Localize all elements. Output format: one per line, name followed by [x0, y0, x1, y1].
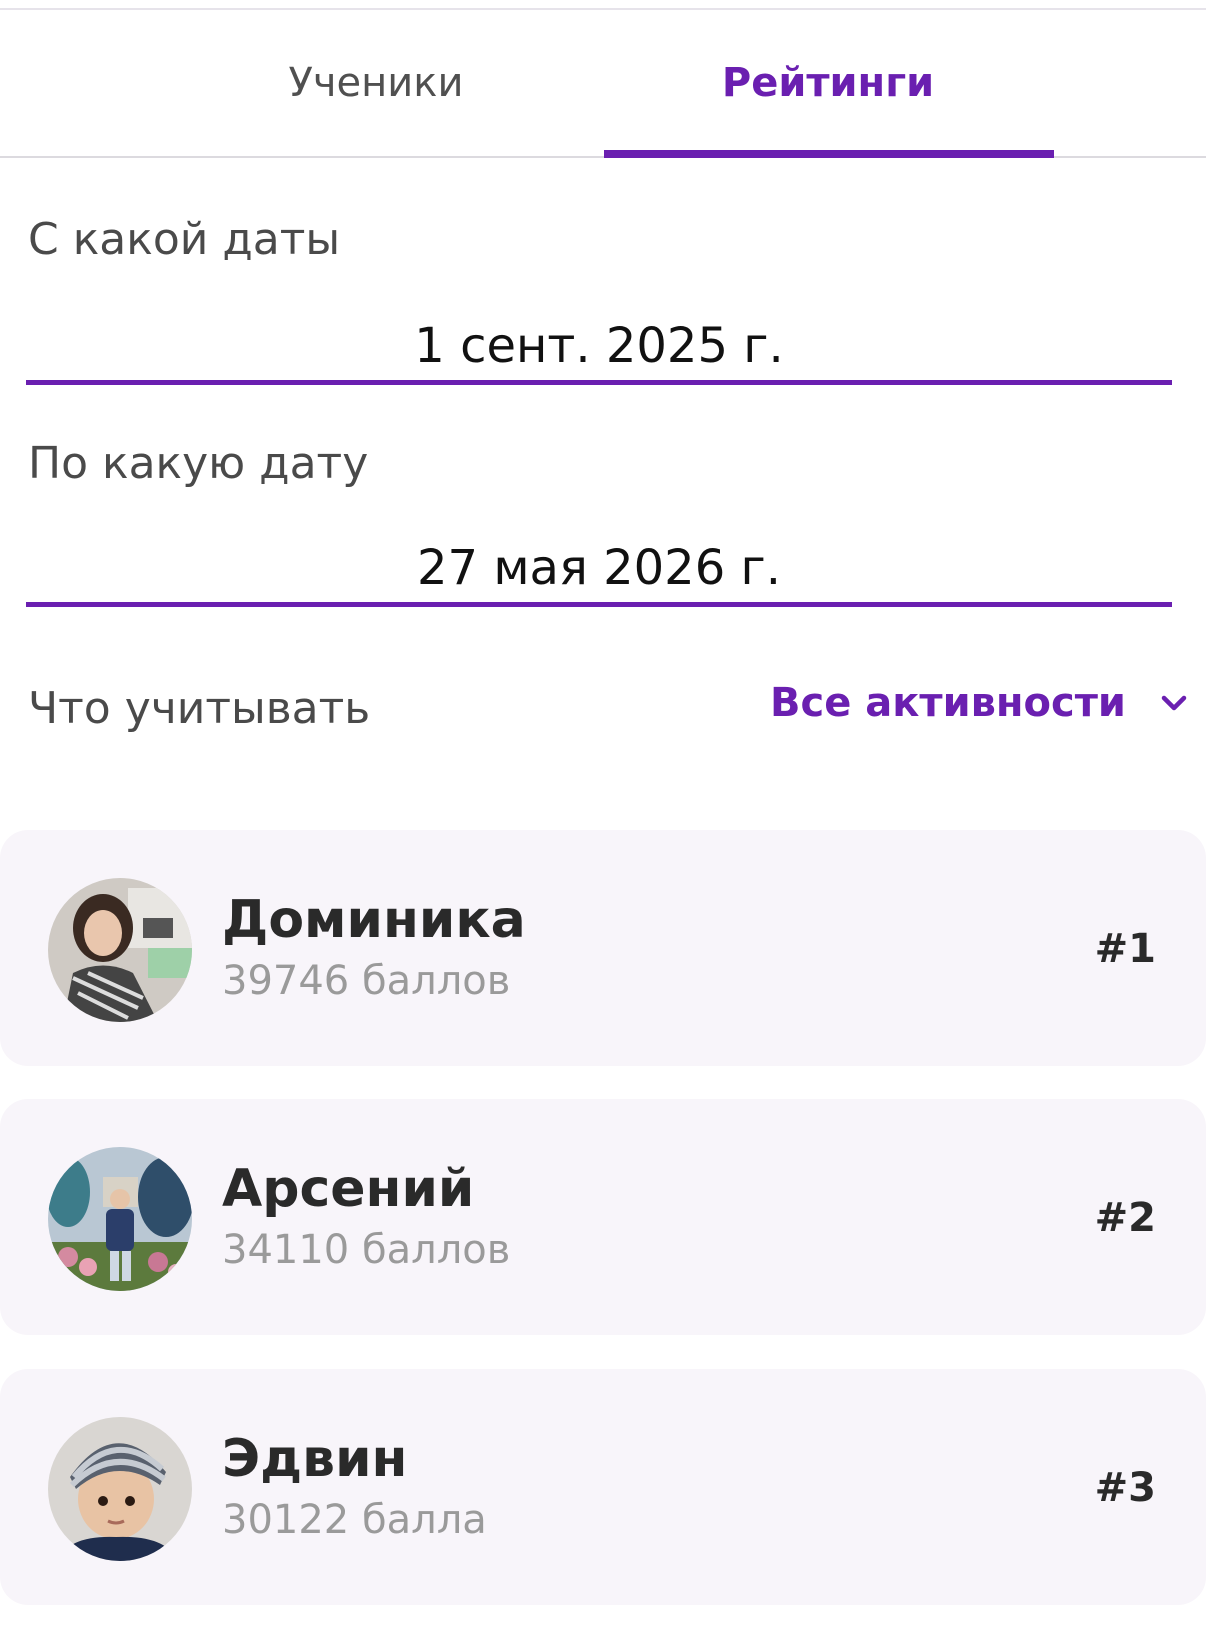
student-card[interactable]: Доминика 39746 баллов #1 — [0, 830, 1206, 1066]
date-from-field[interactable]: 1 сент. 2025 г. — [26, 310, 1172, 385]
student-points: 39746 баллов — [222, 958, 511, 1004]
student-points: 30122 балла — [222, 1497, 487, 1543]
tab-students[interactable]: Ученики — [150, 10, 602, 156]
student-card[interactable]: Арсений 34110 баллов #2 — [0, 1099, 1206, 1335]
student-name: Эдвин — [222, 1429, 408, 1489]
tab-ratings[interactable]: Рейтинги — [602, 10, 1054, 156]
tab-bar: Ученики Рейтинги — [0, 10, 1206, 158]
student-rank: #3 — [1094, 1465, 1156, 1511]
chevron-down-icon — [1156, 685, 1192, 721]
filter-label: Что учитывать — [28, 683, 371, 734]
date-to-value: 27 мая 2026 г. — [417, 540, 781, 596]
student-card[interactable]: Эдвин 30122 балла #3 — [0, 1369, 1206, 1605]
active-tab-indicator — [604, 150, 1054, 158]
date-to-field[interactable]: 27 мая 2026 г. — [26, 535, 1172, 607]
date-from-label: С какой даты — [28, 214, 341, 265]
activity-filter-dropdown[interactable]: Все активности — [770, 680, 1192, 726]
avatar — [48, 1417, 192, 1561]
student-rank: #1 — [1094, 926, 1156, 972]
student-points: 34110 баллов — [222, 1227, 511, 1273]
date-from-value: 1 сент. 2025 г. — [414, 318, 784, 374]
activity-filter-value: Все активности — [770, 680, 1126, 726]
avatar — [48, 878, 192, 1022]
student-name: Арсений — [222, 1159, 475, 1219]
student-rank: #2 — [1094, 1195, 1156, 1241]
student-name: Доминика — [222, 890, 526, 950]
ratings-screen: Ученики Рейтинги С какой даты 1 сент. 20… — [0, 0, 1206, 1626]
date-to-label: По какую дату — [28, 438, 369, 489]
avatar — [48, 1147, 192, 1291]
